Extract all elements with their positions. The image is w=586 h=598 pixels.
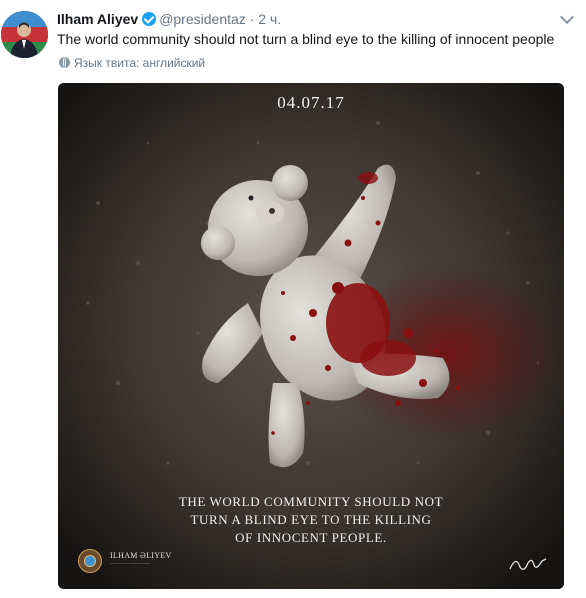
caption-line-2: TURN A BLIND EYE TO THE KILLING [190,512,432,527]
tweet-language: Язык твита: английский [59,55,205,71]
author-name[interactable]: Ilham Aliyev [57,11,138,27]
tweet-language-label: Язык твита: английский [74,56,206,70]
tweet-header: Ilham Aliyev @presidentaz · 2 ч. [57,10,576,28]
verified-badge-icon [142,12,157,26]
globe-icon [59,57,70,68]
author-handle[interactable]: @presidentaz [159,11,246,27]
azerbaijan-emblem-icon [78,549,102,573]
author-avatar[interactable] [1,11,48,58]
brand-logo: ILHAM ƏLIYEV ⸻⸻⸻⸻ [110,551,180,566]
image-caption: THE WORLD COMMUNITY SHOULD NOT TURN A BL… [58,493,564,547]
image-date: 04.07.17 [277,93,345,112]
brand-name: ILHAM ƏLIYEV [110,551,172,560]
caption-line-1: THE WORLD COMMUNITY SHOULD NOT [178,494,444,509]
person-silhouette [10,22,38,58]
tweet-timestamp[interactable]: 2 ч. [258,11,281,27]
tweet-text: The world community should not turn a bl… [57,31,555,47]
tweet-photo[interactable]: 04.07.17 THE WORLD COMMUNITY SHOULD NOT … [58,83,564,589]
brand-subtitle-decor: ⸻⸻⸻⸻ [110,561,151,566]
separator-dot: · [249,11,255,27]
caption-line-3: OF INNOCENT PEOPLE. [235,530,387,545]
signature-icon [509,558,547,570]
